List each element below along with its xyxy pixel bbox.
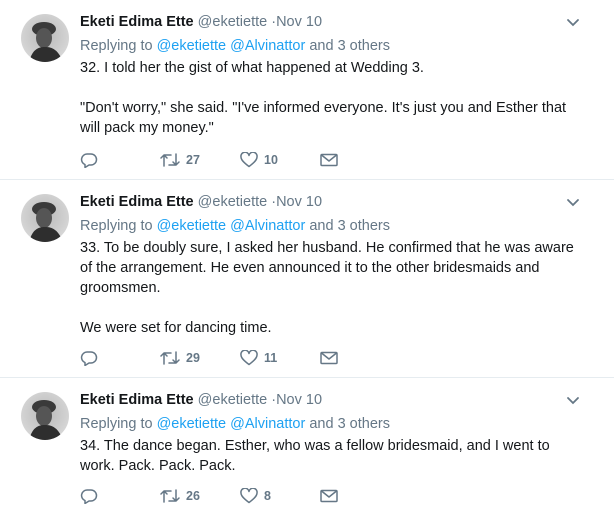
- reply-icon: [80, 153, 98, 168]
- mention-link[interactable]: @eketiette: [157, 38, 227, 54]
- tweet[interactable]: Eketi Edima Ette @eketiette ·Nov 10 Repl…: [0, 0, 614, 180]
- like-count: 10: [264, 153, 278, 167]
- mention-link[interactable]: @eketiette: [157, 218, 227, 234]
- reply-icon: [80, 489, 98, 504]
- tweet-text: 33. To be doubly sure, I asked her husba…: [80, 240, 574, 336]
- author-name[interactable]: Eketi Edima Ette: [80, 392, 194, 408]
- tweet-date[interactable]: Nov 10: [276, 194, 322, 210]
- mention-link[interactable]: @Alvinattor: [230, 218, 305, 234]
- tweet-date[interactable]: Nov 10: [276, 14, 322, 30]
- others-link[interactable]: and 3 others: [309, 416, 390, 432]
- retweet-icon: [160, 351, 180, 365]
- mention-link[interactable]: @Alvinattor: [230, 416, 305, 432]
- avatar[interactable]: [21, 194, 69, 242]
- reply-button[interactable]: [80, 348, 98, 368]
- retweet-button[interactable]: 26: [160, 486, 200, 506]
- chevron-down-icon[interactable]: [566, 198, 580, 208]
- replying-to-label: Replying to: [80, 218, 153, 234]
- mention-link[interactable]: @eketiette: [157, 416, 227, 432]
- avatar[interactable]: [21, 14, 69, 62]
- tweet[interactable]: Eketi Edima Ette @eketiette ·Nov 10 Repl…: [0, 180, 614, 378]
- envelope-icon: [320, 489, 338, 503]
- author-handle[interactable]: @eketiette: [198, 14, 268, 30]
- retweet-button[interactable]: 27: [160, 150, 200, 170]
- mention-link[interactable]: @Alvinattor: [230, 38, 305, 54]
- tweet-text: 32. I told her the gist of what happened…: [80, 60, 567, 136]
- retweet-count: 29: [186, 351, 200, 365]
- direct-message-button[interactable]: [320, 486, 338, 506]
- direct-message-button[interactable]: [320, 348, 338, 368]
- envelope-icon: [320, 153, 338, 167]
- chevron-down-icon[interactable]: [566, 18, 580, 28]
- author-handle[interactable]: @eketiette: [198, 392, 268, 408]
- author-handle[interactable]: @eketiette: [198, 194, 268, 210]
- retweet-icon: [160, 153, 180, 167]
- author-name[interactable]: Eketi Edima Ette: [80, 194, 194, 210]
- like-count: 11: [264, 351, 278, 365]
- like-button[interactable]: 10: [240, 150, 278, 170]
- reply-button[interactable]: [80, 486, 98, 506]
- reply-icon: [80, 351, 98, 366]
- like-count: 8: [264, 489, 271, 503]
- heart-icon: [240, 488, 258, 504]
- replying-to-label: Replying to: [80, 416, 153, 432]
- replying-to-line: Replying to @eketiette @Alvinattor and 3…: [80, 216, 584, 236]
- envelope-icon: [320, 351, 338, 365]
- retweet-count: 27: [186, 153, 200, 167]
- tweet[interactable]: Eketi Edima Ette @eketiette ·Nov 10 Repl…: [0, 378, 614, 516]
- chevron-down-icon[interactable]: [566, 396, 580, 406]
- replying-to-line: Replying to @eketiette @Alvinattor and 3…: [80, 414, 584, 434]
- like-button[interactable]: 8: [240, 486, 271, 506]
- tweet-date[interactable]: Nov 10: [276, 392, 322, 408]
- replying-to-line: Replying to @eketiette @Alvinattor and 3…: [80, 36, 584, 56]
- heart-icon: [240, 350, 258, 366]
- replying-to-label: Replying to: [80, 38, 153, 54]
- like-button[interactable]: 11: [240, 348, 277, 368]
- author-name[interactable]: Eketi Edima Ette: [80, 14, 194, 30]
- retweet-icon: [160, 489, 180, 503]
- retweet-count: 26: [186, 489, 200, 503]
- reply-button[interactable]: [80, 150, 98, 170]
- tweet-text: 34. The dance began. Esther, who was a f…: [80, 438, 554, 474]
- avatar[interactable]: [21, 392, 69, 440]
- direct-message-button[interactable]: [320, 150, 338, 170]
- others-link[interactable]: and 3 others: [309, 38, 390, 54]
- retweet-button[interactable]: 29: [160, 348, 200, 368]
- heart-icon: [240, 152, 258, 168]
- others-link[interactable]: and 3 others: [309, 218, 390, 234]
